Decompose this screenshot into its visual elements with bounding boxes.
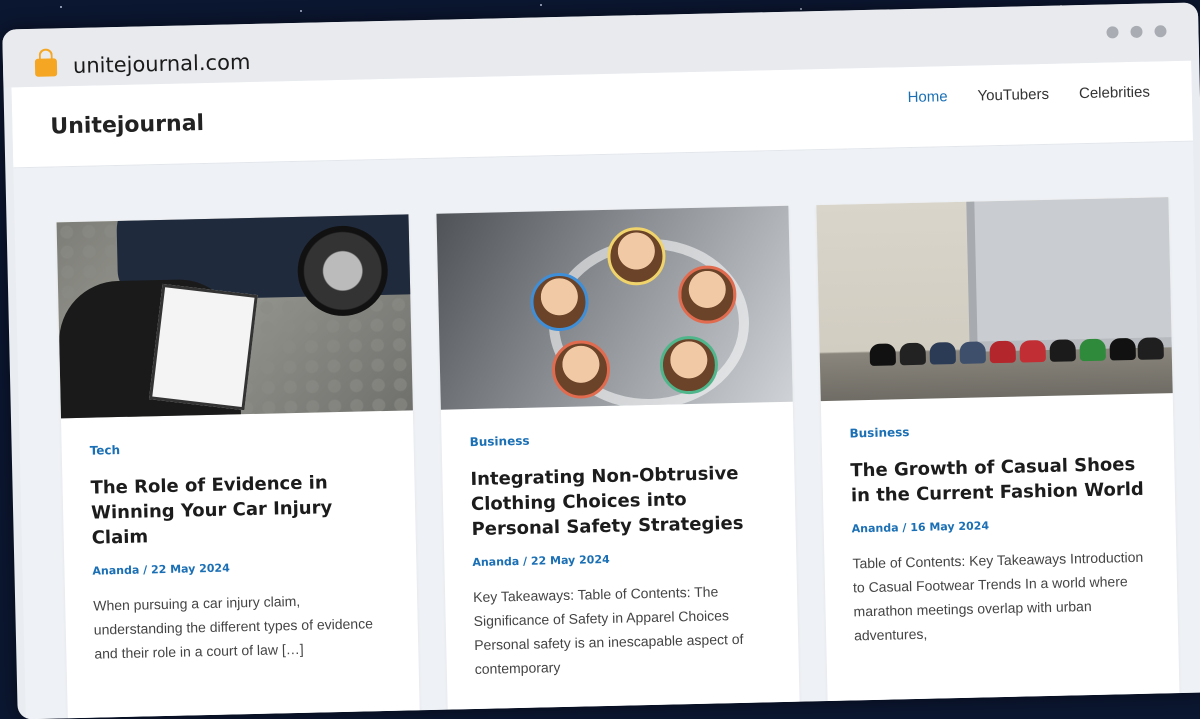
shoe-shape [899,342,926,366]
post-category[interactable]: Business [849,420,1145,440]
browser-window: unitejournal.com Unitejournal Home YouTu… [2,2,1200,719]
background-star [300,10,302,12]
shoe-shape [869,343,897,366]
page-viewport: Unitejournal Home YouTubers Celebrities … [11,60,1200,719]
post-grid: Tech The Role of Evidence in Winning You… [56,197,1181,719]
post-card: Tech The Role of Evidence in Winning You… [56,214,421,719]
post-title[interactable]: Integrating Non-Obtrusive Clothing Choic… [470,460,768,542]
shoe-shape [989,340,1016,364]
post-title[interactable]: The Growth of Casual Shoes in the Curren… [850,452,1147,509]
shoe-shape [1137,337,1164,360]
post-excerpt: When pursuing a car injury claim, unders… [93,592,374,662]
window-dot-icon[interactable] [1106,26,1119,39]
post-title[interactable]: The Role of Evidence in Winning Your Car… [90,469,388,551]
post-thumbnail-car-claim[interactable] [56,214,413,419]
window-dot-icon[interactable] [1154,25,1167,38]
background-star [540,4,542,6]
background-star [60,6,62,8]
nav-celebrities-link[interactable]: Celebrities [1079,84,1150,103]
post-excerpt: Table of Contents: Key Takeaways Introdu… [852,548,1144,644]
window-dot-icon[interactable] [1130,25,1143,38]
post-category[interactable]: Tech [90,437,386,458]
post-excerpt: Key Takeaways: Table of Contents: The Si… [472,583,744,678]
post-thumbnail-shoes[interactable] [816,197,1173,402]
shoe-shape [929,342,956,365]
post-meta[interactable]: Ananda / 16 May 2024 [852,516,1148,535]
shoe-shape [1109,337,1136,361]
shoe-shape [959,341,986,364]
shoe-shape [1079,338,1106,362]
post-category[interactable]: Business [469,428,765,449]
nav-home-link[interactable]: Home [907,88,947,106]
lock-icon [34,58,58,77]
site-title[interactable]: Unitejournal [50,111,204,139]
shoe-shape [1019,339,1046,363]
post-thumbnail-safety[interactable] [436,205,793,410]
post-card: Business Integrating Non-Obtrusive Cloth… [436,205,801,719]
shoe-shape [1049,339,1076,362]
clipboard-shape [148,283,258,411]
background-star [800,8,802,10]
post-card: Business The Growth of Casual Shoes in t… [816,197,1181,719]
main-nav: Home YouTubers Celebrities [907,84,1150,106]
address-bar-url[interactable]: unitejournal.com [73,50,251,78]
nav-youtubers-link[interactable]: YouTubers [977,86,1049,105]
door-shape [966,197,1173,352]
post-meta[interactable]: Ananda / 22 May 2024 [472,549,768,569]
window-controls [1106,25,1167,39]
post-meta[interactable]: Ananda / 22 May 2024 [92,558,388,578]
